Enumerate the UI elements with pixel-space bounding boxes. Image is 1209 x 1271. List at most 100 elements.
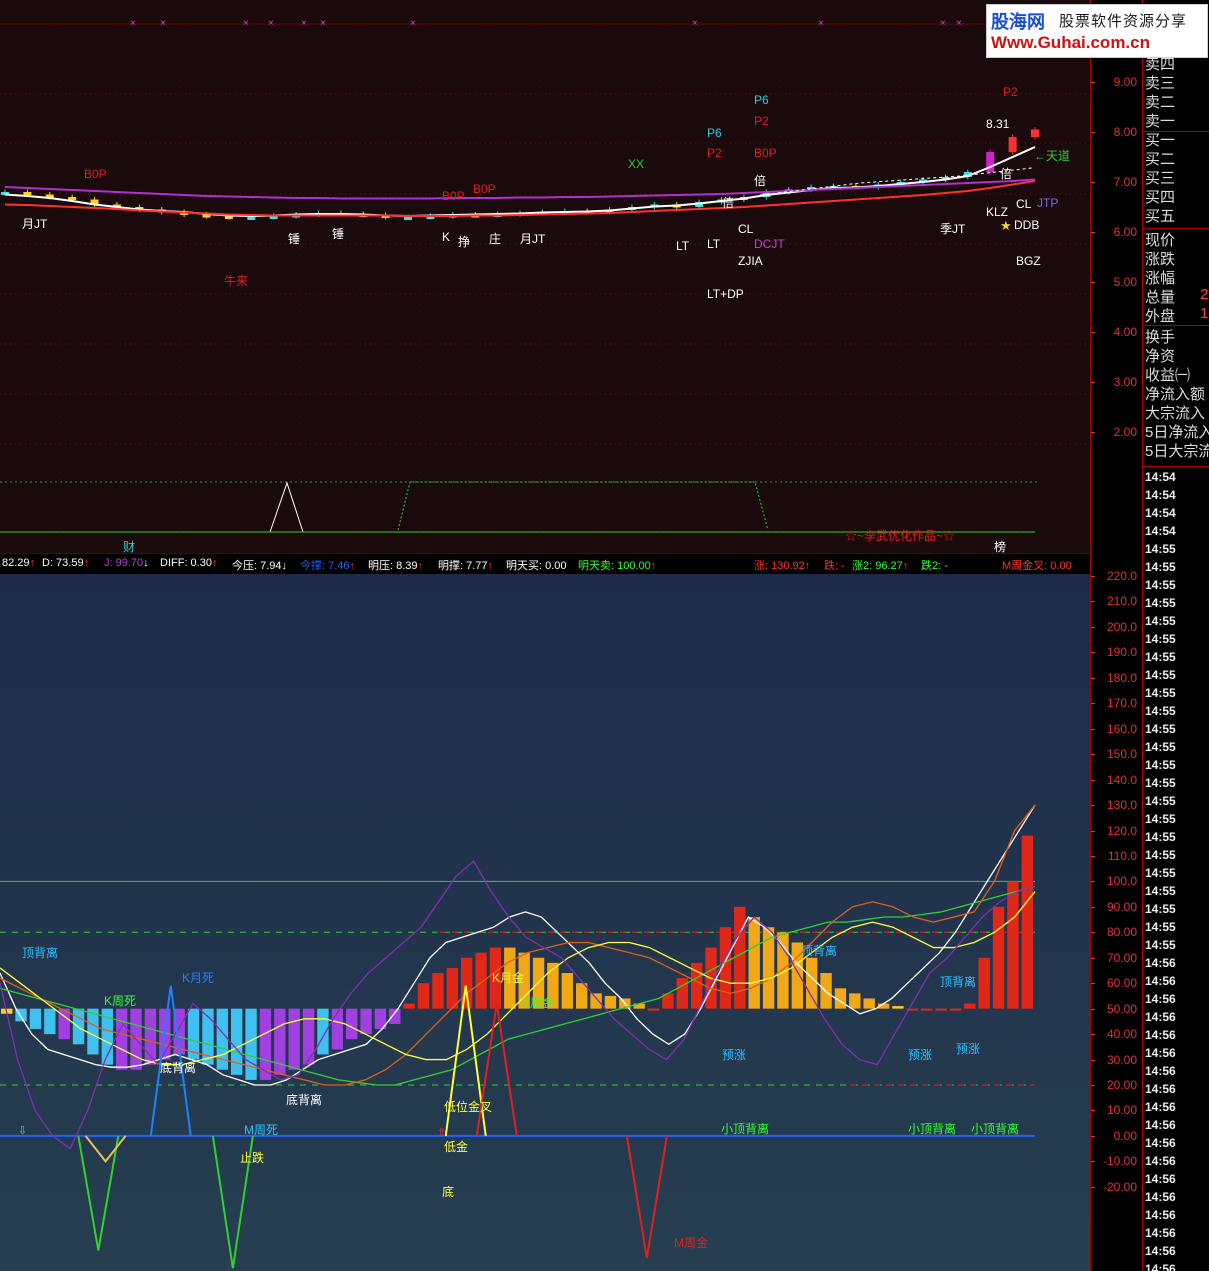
indicator-readout: 今压: 7.94↓ [232, 557, 287, 573]
indicator-annotation: K月金 [492, 970, 524, 985]
price-annotation: DCJT [754, 237, 785, 251]
tick-time: 14:55 [1145, 884, 1176, 898]
candle-body [404, 217, 413, 220]
fund-flow-label: 净流入额 [1145, 386, 1206, 403]
price-annotation: B0P [754, 146, 777, 160]
indicator-tick-label: 110.0 [1107, 848, 1137, 863]
histogram-bar [302, 1008, 315, 1065]
tick-time: 14:56 [1145, 1064, 1176, 1078]
price-annotation: 牛来 [224, 273, 248, 288]
tick-time: 14:55 [1145, 704, 1176, 718]
histogram-bar [647, 1008, 660, 1011]
price-tick-label: 7.00 [1113, 175, 1137, 189]
readout-arrow: ↑ [417, 560, 424, 572]
histogram-bar [576, 983, 588, 1009]
tick-time: 14:55 [1145, 848, 1176, 862]
histogram-bar [346, 1008, 358, 1040]
price-annotation: 倍 [1000, 166, 1012, 181]
price-annotation: ←天道 [1034, 149, 1070, 163]
indicator-readout: D: 73.59↑ [42, 557, 89, 569]
order-book-divider [1143, 131, 1209, 132]
price-tick-mark [1091, 82, 1095, 83]
guhai-logo[interactable]: 股海网 股票软件资源分享 Www.Guhai.com.cn [986, 4, 1208, 58]
price-chart[interactable]: × × × × × × × × × × × B0P 月JT 牛来 B0P B0P 锤 锤 K 挣 庄 月JT XX P6 P2 P… [0, 0, 1090, 553]
tick-time: 14:55 [1145, 650, 1176, 664]
indicator-readout: 跌: - [824, 557, 845, 573]
indicator-tick-mark [1091, 983, 1095, 985]
indicator-tick-mark [1091, 1034, 1095, 1036]
indicator-tick-mark [1091, 1059, 1095, 1061]
histogram-bar [676, 978, 688, 1009]
indicator-annotation: K月死 [182, 971, 214, 985]
fund-flow-label: 换手 [1145, 329, 1176, 346]
tick-time: 14:55 [1145, 560, 1176, 574]
histogram-bar [590, 993, 602, 1009]
price-annotation: B0P [84, 167, 107, 181]
indicator-tick-label: -10.00 [1102, 1154, 1137, 1169]
tick-time: 14:55 [1145, 830, 1176, 844]
price-chart-background [0, 0, 1090, 553]
histogram-bar [921, 1008, 933, 1011]
marker-cross: × [692, 18, 698, 29]
histogram-bar [1021, 835, 1033, 1009]
tick-time: 14:56 [1145, 1226, 1176, 1240]
price-annotation: P2 [1003, 85, 1018, 99]
candle-body [1031, 129, 1039, 137]
up-arrow-icon: ⇧ [437, 1127, 446, 1139]
price-annotation: 月JT [520, 232, 546, 246]
price-tick-mark [1091, 182, 1095, 183]
tick-time: 14:54 [1145, 488, 1176, 502]
tick-time: 14:56 [1145, 1010, 1176, 1024]
tick-time: 14:54 [1145, 506, 1176, 520]
quote-stat-label: 外盘 [1145, 308, 1176, 325]
marker-cross: × [130, 18, 136, 29]
price-tick-label: 2.00 [1113, 425, 1137, 439]
star-icon: ★ [1000, 218, 1012, 233]
logo-subtitle: 股票软件资源分享 [1059, 13, 1188, 30]
histogram-bar [245, 1008, 257, 1080]
indicator-chart[interactable]: 顶背离K周死K月死底背离底背离M周死止跌低位金叉低金底K月金K周金M周金预涨顶背… [0, 574, 1090, 1271]
down-arrow-icon: ⇩ [18, 1125, 27, 1137]
signal-spike [84, 1135, 127, 1163]
readout-arrow: ↑ [211, 557, 218, 569]
order-book-label: 卖二 [1145, 94, 1176, 111]
indicator-tick-mark [1091, 1085, 1095, 1086]
histogram-bar [231, 1008, 243, 1075]
indicator-tick-label: 220.0 [1106, 569, 1137, 583]
tick-time: 14:56 [1145, 1208, 1176, 1222]
price-tick-label: 9.00 [1113, 75, 1137, 89]
tick-time: 14:55 [1145, 902, 1176, 916]
price-annotation: P6 [707, 126, 722, 140]
price-annotation: KLZ [986, 205, 1008, 219]
order-book-label: 买二 [1145, 151, 1176, 168]
tick-time: 14:56 [1145, 1136, 1176, 1150]
candlestick-panel[interactable]: × × × × × × × × × × × B0P 月JT 牛来 B0P B0P 锤 锤 K 挣 庄 月JT XX P6 P2 P… [0, 0, 1090, 553]
indicator-tick-label: 200.0 [1106, 619, 1137, 634]
price-annotation: 锤 [332, 226, 344, 241]
order-book-label: 卖一 [1145, 113, 1176, 130]
marker-cross: × [243, 18, 249, 29]
price-tick-label: 6.00 [1113, 225, 1137, 239]
histogram-bar [806, 957, 818, 1009]
kdj-indicator-panel[interactable]: 顶背离 K周死 K月死 底背离 底背离 M周死 止跌 低位金叉 低金底 K月金 K周金 M周金 预涨 顶背… [0, 574, 1090, 1271]
quote-stat-value: 1 [1200, 305, 1209, 322]
histogram-bar [417, 983, 430, 1009]
histogram-bar [432, 973, 444, 1009]
tick-time: 14:56 [1145, 974, 1176, 988]
indicator-tick-label: 210.0 [1106, 594, 1137, 609]
tick-time: 14:56 [1145, 1262, 1176, 1271]
price-tick-label: 5.00 [1113, 275, 1137, 289]
indicator-tick-label: 120.0 [1106, 823, 1137, 838]
tick-time: 14:56 [1145, 992, 1176, 1006]
indicator-tick-label: 190.0 [1106, 645, 1137, 660]
indicator-tick-mark [1091, 779, 1095, 781]
tick-time: 14:56 [1145, 1046, 1176, 1060]
indicator-tick-label: 100.0 [1106, 874, 1137, 889]
histogram-bar [935, 1008, 947, 1011]
tick-time: 14:56 [1145, 1028, 1176, 1042]
tick-time: 14:55 [1145, 920, 1176, 934]
indicator-tick-label: 50.00 [1106, 1001, 1137, 1016]
indicator-tick-label: 60.00 [1106, 976, 1137, 991]
histogram-bar [892, 1006, 904, 1009]
indicator-tick-mark [1091, 754, 1095, 756]
